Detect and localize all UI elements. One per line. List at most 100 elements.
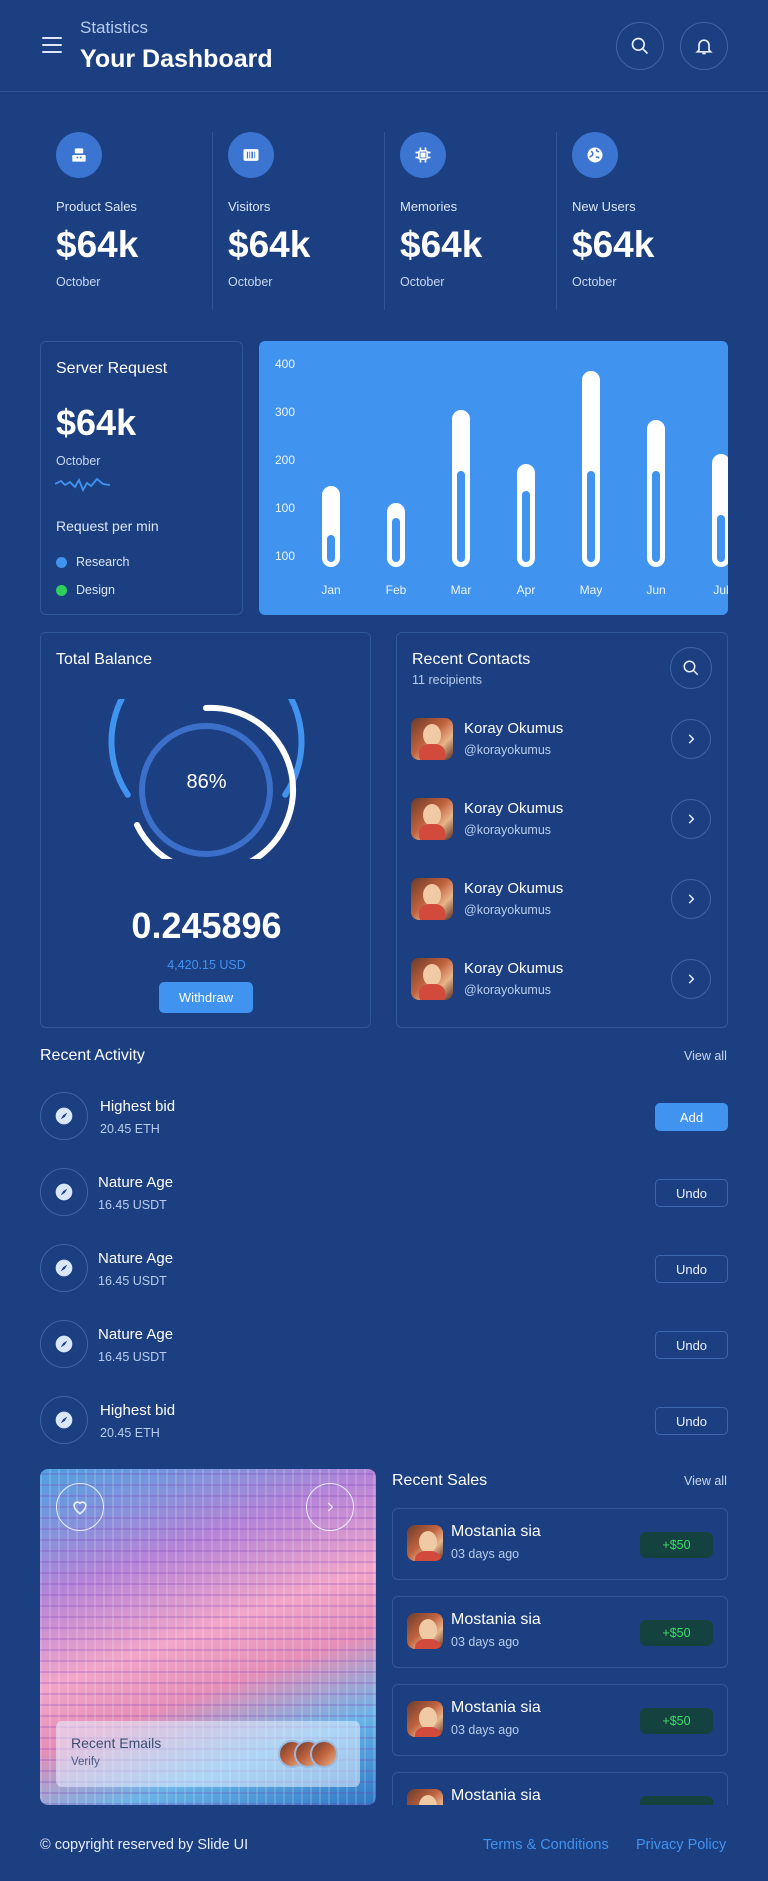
sales-list: Mostania sia 03 days ago +$50 Mostania s…	[392, 1508, 728, 1805]
contact-name: Koray Okumus	[464, 880, 564, 897]
contact-item[interactable]: Koray Okumus @korayokumus	[411, 795, 731, 843]
bar-jul	[712, 454, 728, 567]
activity-sub: 20.45 ETH	[100, 1426, 160, 1440]
globe-icon	[572, 132, 618, 178]
chevron-right-icon	[688, 734, 695, 744]
stat-card-visitors: Visitors $64k October	[213, 132, 383, 310]
activity-title: Nature Age	[98, 1174, 174, 1191]
contact-item[interactable]: Koray Okumus @korayokumus	[411, 715, 731, 763]
sale-name: Mostania sia	[451, 1699, 541, 1716]
card-title: Server Request	[56, 360, 168, 377]
stat-period: October	[56, 275, 101, 289]
x-tick-label: Jul	[713, 583, 728, 597]
x-tick-label: Apr	[516, 583, 536, 597]
stat-period: October	[572, 275, 617, 289]
emails-overlay[interactable]: Recent Emails Verify	[56, 1721, 360, 1787]
undo-button[interactable]: Undo	[655, 1331, 728, 1359]
contact-handle: @korayokumus	[464, 903, 552, 917]
stat-value: $64k	[228, 224, 311, 265]
activity-sub: 20.45 ETH	[100, 1122, 160, 1136]
undo-button[interactable]: Undo	[655, 1407, 728, 1435]
contact-open-button[interactable]	[671, 879, 711, 919]
stat-value: $64k	[400, 224, 483, 265]
sale-date: 03 days ago	[451, 1547, 520, 1561]
notifications-button[interactable]	[680, 22, 728, 70]
compass-icon	[40, 1396, 88, 1444]
x-tick-label: Feb	[385, 583, 407, 597]
server-request-card: Server Request $64k October Request per …	[40, 341, 243, 615]
contact-item[interactable]: Koray Okumus @korayokumus	[411, 955, 731, 1003]
avatar	[407, 1789, 443, 1805]
legend-research: Research	[76, 555, 130, 569]
add-button[interactable]: Add	[655, 1103, 728, 1131]
sale-item[interactable]: Mostania sia 03 days ago +$50	[392, 1684, 728, 1756]
bars-group: Jan Feb Mar Apr May Jun Jul	[259, 341, 728, 615]
activity-title: Highest bid	[100, 1098, 176, 1115]
card-title: Total Balance	[56, 651, 153, 668]
heart-icon	[73, 1501, 87, 1515]
avatar	[310, 1740, 338, 1768]
sale-amount-badge: +$50	[640, 1620, 713, 1646]
page-title: Your Dashboard	[80, 45, 273, 73]
terms-link[interactable]: Terms & Conditions	[483, 1837, 609, 1853]
chevron-right-icon	[688, 974, 695, 984]
sale-item[interactable]: Mostania sia	[392, 1772, 728, 1805]
contact-item[interactable]: Koray Okumus @korayokumus	[411, 875, 731, 923]
avatar	[411, 718, 453, 760]
contact-open-button[interactable]	[671, 959, 711, 999]
legend-design: Design	[76, 583, 115, 597]
avatar	[407, 1613, 443, 1649]
stat-card-new-users: New Users $64k October	[557, 132, 727, 310]
emails-title: Recent Emails	[71, 1735, 162, 1751]
compass-icon	[40, 1244, 88, 1292]
sales-view-all-link[interactable]: View all	[684, 1474, 727, 1488]
undo-button[interactable]: Undo	[655, 1179, 728, 1207]
stat-label: Visitors	[228, 199, 271, 214]
like-button[interactable]	[56, 1483, 104, 1531]
compass-icon	[40, 1320, 88, 1368]
stat-label: Memories	[400, 199, 458, 214]
contact-open-button[interactable]	[671, 799, 711, 839]
search-button[interactable]	[616, 22, 664, 70]
activity-sub: 16.45 USDT	[98, 1274, 167, 1288]
undo-button[interactable]: Undo	[655, 1255, 728, 1283]
bar-inner-jan	[327, 535, 335, 562]
contacts-search-button[interactable]	[670, 647, 712, 689]
legend-dot-research	[56, 557, 67, 568]
activity-title: Highest bid	[100, 1402, 176, 1419]
featured-image-card[interactable]: Recent Emails Verify	[40, 1469, 376, 1805]
bar-inner-jul	[717, 515, 725, 562]
server-subtitle: Request per min	[56, 518, 159, 534]
activity-view-all-link[interactable]: View all	[684, 1049, 727, 1063]
bar-inner-feb	[392, 517, 400, 562]
sale-item[interactable]: Mostania sia 03 days ago +$50	[392, 1596, 728, 1668]
sale-amount-badge: +$50	[640, 1708, 713, 1734]
activity-sub: 16.45 USDT	[98, 1198, 167, 1212]
header-subtitle: Statistics	[80, 18, 149, 37]
chevron-right-icon	[327, 1502, 334, 1512]
stat-period: October	[228, 275, 273, 289]
total-balance-card: Total Balance 86% 0.245896 4,420.15 USD	[40, 632, 371, 1028]
chevron-right-icon	[688, 814, 695, 824]
bar-inner-apr	[522, 490, 530, 562]
contacts-count: 11 recipients	[412, 673, 482, 687]
gauge-percent: 86%	[186, 771, 227, 793]
withdraw-button[interactable]: Withdraw	[159, 982, 253, 1013]
bar-inner-jun	[652, 471, 660, 562]
bar-inner-mar	[457, 471, 465, 562]
stat-card-product-sales: Product Sales $64k October	[41, 132, 211, 310]
menu-icon[interactable]	[42, 37, 62, 55]
card-title: Recent Contacts	[412, 651, 531, 668]
sale-item[interactable]: Mostania sia 03 days ago +$50	[392, 1508, 728, 1580]
privacy-link[interactable]: Privacy Policy	[636, 1837, 726, 1853]
compass-icon	[40, 1168, 88, 1216]
activity-row: Nature Age 16.45 USDT Undo	[40, 1168, 728, 1216]
stat-label: New Users	[572, 199, 636, 214]
contact-name: Koray Okumus	[464, 960, 564, 977]
next-button[interactable]	[306, 1483, 354, 1531]
bar-mar	[452, 410, 470, 567]
contact-open-button[interactable]	[671, 719, 711, 759]
sale-name: Mostania sia	[451, 1787, 541, 1804]
avatar	[407, 1701, 443, 1737]
section-title: Recent Sales	[392, 1472, 488, 1489]
